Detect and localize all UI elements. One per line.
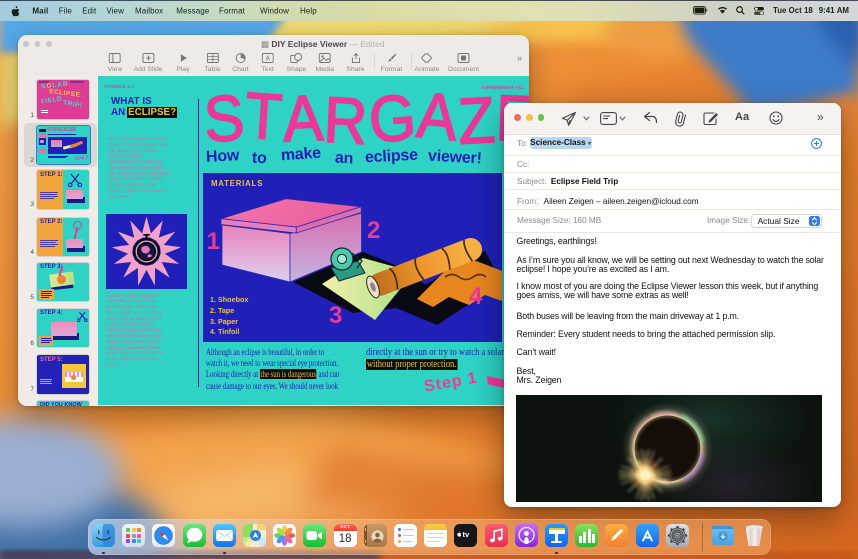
svg-text:A: A	[265, 56, 270, 63]
svg-text:2: 2	[367, 217, 380, 244]
svg-text:3: 3	[329, 302, 342, 329]
svg-text:tv: tv	[463, 530, 470, 539]
svg-text:1: 1	[207, 228, 220, 255]
svg-text:4: 4	[469, 283, 483, 310]
